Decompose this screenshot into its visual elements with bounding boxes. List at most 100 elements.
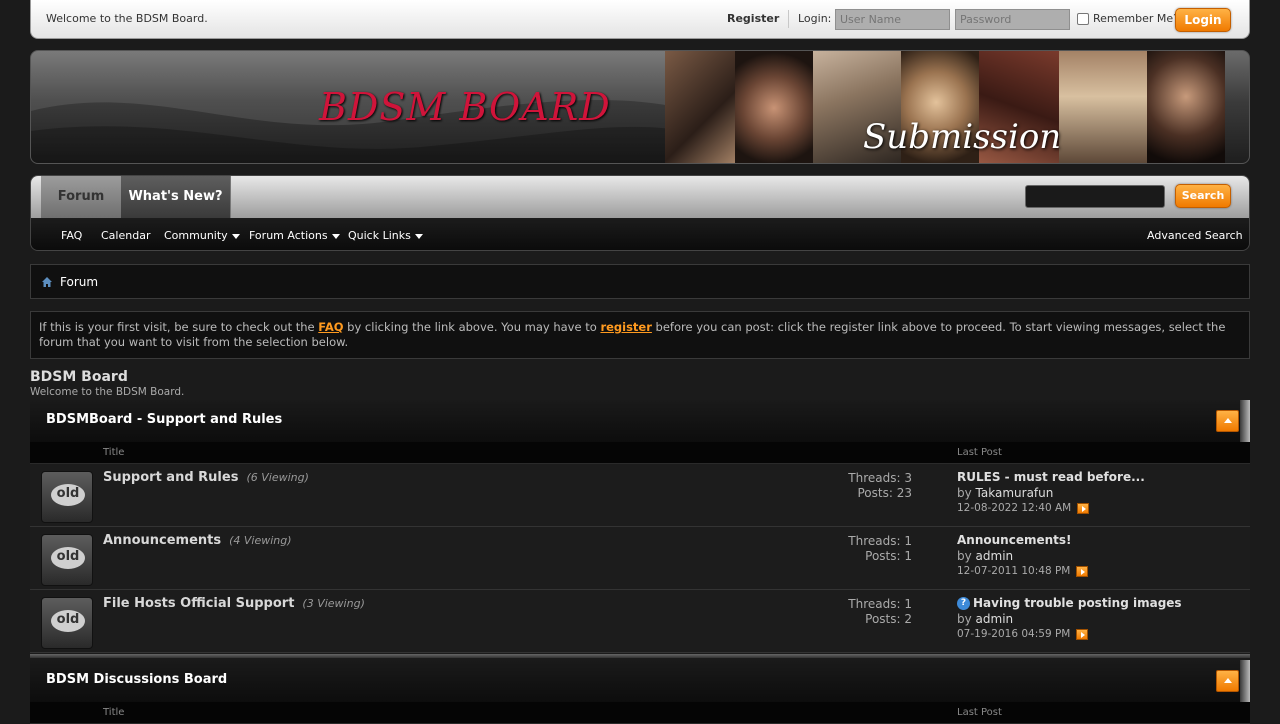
last-post-author-line: by admin [957,612,1182,628]
top-bar: Welcome to the BDSM Board. Register Logi… [30,0,1250,39]
register-link-inline[interactable]: register [600,320,651,334]
remember-me[interactable]: Remember Me? [1077,12,1179,25]
banner-photo [1059,51,1147,163]
last-post-author-line: by admin [957,549,1088,565]
board-header: BDSM Board Welcome to the BDSM Board. [30,369,1250,398]
forum-status-text: old [56,612,80,627]
forum-title-line: Announcements (4 Viewing) [103,533,292,548]
category-divider [30,654,1250,658]
forum-status-text: old [56,549,80,564]
nav-tab-row: Forum What's New? Search [31,176,1249,218]
forum-title-line: File Hosts Official Support (3 Viewing) [103,596,365,611]
forum-link[interactable]: Support and Rules [103,470,238,485]
search-button[interactable]: Search [1175,184,1231,208]
category-title[interactable]: BDSM Discussions Board [46,672,227,687]
last-post-author[interactable]: admin [976,612,1014,626]
by-prefix: by [957,611,976,626]
last-post-title-line: ? Having trouble posting images [957,596,1182,612]
login-button[interactable]: Login [1175,8,1231,32]
category-edge [1240,400,1250,442]
forum-status-icon: old [41,471,93,523]
forum-status-icon: old [41,597,93,649]
collapse-icon[interactable] [1216,670,1239,692]
last-post-author[interactable]: Takamurafun [976,486,1054,500]
goto-last-post-icon[interactable] [1075,565,1088,577]
last-post: ? Having trouble posting images by admin … [957,596,1182,643]
home-icon[interactable] [41,276,53,288]
nav-quick-links-label: Quick Links [348,229,411,242]
tab-whats-new[interactable]: What's New? [121,176,231,218]
goto-last-post-icon[interactable] [1075,628,1088,640]
nav-forum-actions[interactable]: Forum Actions [249,229,340,242]
banner-photo [1147,51,1225,163]
forum-link[interactable]: Announcements [103,533,221,548]
last-post-date-line: 12-08-2022 12:40 AM [957,501,1145,517]
last-post-author-line: by Takamurafun [957,486,1145,502]
banner-photo [665,51,735,163]
last-post: RULES - must read before... by Takamuraf… [957,470,1145,517]
password-input[interactable] [955,9,1070,30]
nav-calendar[interactable]: Calendar [101,229,150,242]
nav-faq[interactable]: FAQ [61,229,82,242]
viewing-count: (3 Viewing) [302,597,365,610]
thread-count: Threads: 3 [848,471,912,485]
nav-calendar-label: Calendar [101,229,151,242]
chevron-down-icon [414,233,423,239]
nav-community-label: Community [164,229,228,242]
category-edge [1240,660,1250,702]
column-last-post: Last Post [957,447,1002,458]
last-post-date: 07-19-2016 04:59 PM [957,628,1071,640]
forum-row: old File Hosts Official Support (3 Viewin… [30,590,1250,653]
forum-link[interactable]: File Hosts Official Support [103,596,294,611]
notice-text: If this is your first visit, be sure to … [39,320,319,334]
last-post-title[interactable]: RULES - must read before... [957,470,1145,486]
remember-me-checkbox[interactable] [1077,12,1089,25]
banner-photo [735,51,813,163]
last-post-date: 12-07-2011 10:48 PM [957,565,1071,577]
last-post-title[interactable]: Having trouble posting images [973,596,1182,610]
viewing-count: (4 Viewing) [229,534,292,547]
chevron-down-icon [231,233,240,239]
by-prefix: by [957,548,976,563]
forum-stats: Threads: 1 Posts: 1 [848,534,912,564]
welcome-text: Welcome to the BDSM Board. [46,12,208,25]
column-header: Title Last Post [30,442,1250,464]
question-icon: ? [957,597,970,610]
post-count: Posts: 23 [857,486,913,500]
forum-row: old Announcements (4 Viewing) Threads: 1 … [30,527,1250,590]
header-banner: BDSM BOARD Submission [30,50,1250,164]
notice-text: by clicking the link above. You may have… [343,320,601,334]
by-prefix: by [957,485,976,500]
username-input[interactable] [835,9,950,30]
breadcrumb-current: Forum [60,275,99,289]
forum-row: old Support and Rules (6 Viewing) Threads… [30,464,1250,527]
last-post-title[interactable]: Announcements! [957,533,1088,549]
post-count: Posts: 1 [865,549,912,563]
collapse-icon[interactable] [1216,410,1239,432]
goto-last-post-icon[interactable] [1076,502,1089,514]
site-logo[interactable]: BDSM BOARD [319,85,611,129]
category-discussions: BDSM Discussions Board [30,660,1250,702]
breadcrumb: Forum [30,264,1250,299]
last-post-author[interactable]: admin [976,549,1014,563]
category-title[interactable]: BDSMBoard - Support and Rules [46,412,282,427]
column-last-post: Last Post [957,707,1002,718]
forum-title-line: Support and Rules (6 Viewing) [103,470,309,485]
nav-quick-links[interactable]: Quick Links [348,229,423,242]
board-name: BDSM Board [30,369,128,385]
last-post-date-line: 07-19-2016 04:59 PM [957,627,1182,643]
board-description: Welcome to the BDSM Board. [30,386,185,398]
banner-tagline: Submission [863,117,1062,157]
nav-sub-row: FAQ Calendar Community Forum Actions Qui… [31,218,1249,250]
post-count: Posts: 2 [865,612,912,626]
thread-count: Threads: 1 [848,597,912,611]
register-link[interactable]: Register [727,12,779,25]
tab-forum[interactable]: Forum [41,176,121,218]
nav-community[interactable]: Community [164,229,240,242]
faq-link[interactable]: FAQ [318,320,343,334]
last-post: Announcements! by admin 12-07-2011 10:48… [957,533,1088,580]
last-post-date: 12-08-2022 12:40 AM [957,502,1072,514]
column-title: Title [103,707,125,718]
advanced-search-link[interactable]: Advanced Search [1147,229,1243,242]
search-input[interactable] [1025,185,1165,208]
